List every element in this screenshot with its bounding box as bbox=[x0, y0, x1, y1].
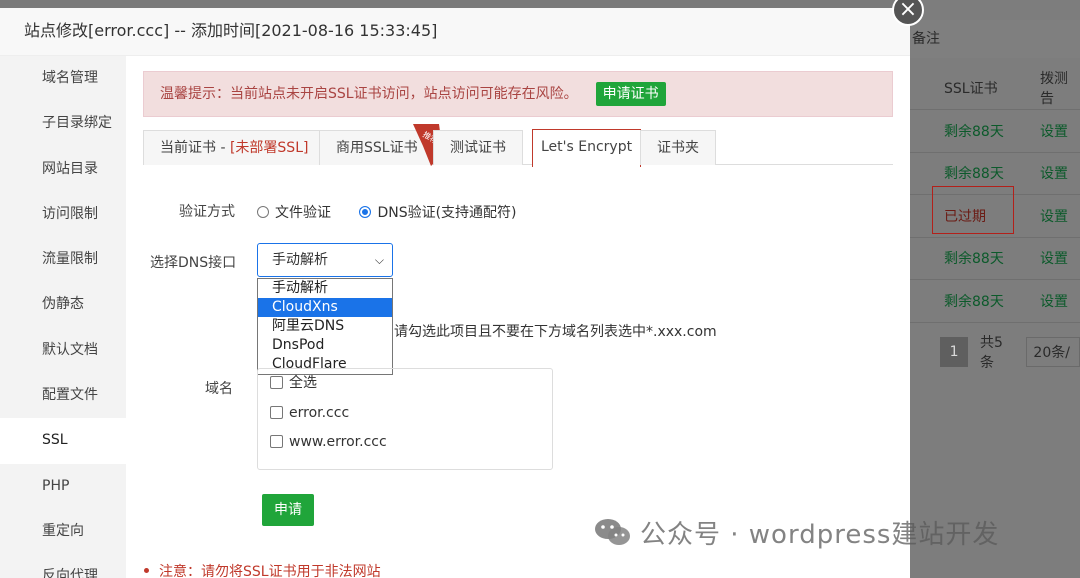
settings-link[interactable]: 设置 bbox=[1010, 121, 1080, 141]
radio-dns-label: DNS验证(支持通配符) bbox=[377, 205, 517, 221]
total-count: 共5条 bbox=[980, 335, 1003, 371]
tab-current-cert[interactable]: 当前证书 - [未部署SSL] bbox=[143, 130, 326, 165]
domain-label: 域名 bbox=[205, 381, 233, 397]
expired-highlight-box bbox=[932, 186, 1014, 234]
settings-link[interactable]: 设置 bbox=[1010, 248, 1080, 268]
checkbox[interactable] bbox=[270, 376, 283, 389]
sidebar-item-subdir[interactable]: 子目录绑定 bbox=[0, 101, 126, 146]
pagination: 1 共5条 20条/ bbox=[940, 332, 1080, 372]
checkbox-label: error.ccc bbox=[289, 404, 350, 421]
settings-link[interactable]: 设置 bbox=[1010, 163, 1080, 183]
table-row: 剩余88天 设置 bbox=[910, 280, 1080, 323]
checkbox-label: 全选 bbox=[289, 375, 317, 391]
remarks-header: 备注 bbox=[912, 31, 940, 47]
domain-select-all[interactable]: 全选 bbox=[258, 369, 552, 399]
alert-text: 温馨提示：当前站点未开启SSL证书访问，站点访问可能存在风险。 bbox=[160, 86, 578, 102]
tab-current-label: 当前证书 - bbox=[160, 140, 230, 156]
tab-letsencrypt[interactable]: Let's Encrypt bbox=[532, 129, 642, 167]
ssl-status: 剩余88天 bbox=[944, 293, 1004, 310]
chevron-down-icon: ⌵ bbox=[374, 253, 384, 267]
col-ssl-header: SSL证书 bbox=[944, 80, 998, 97]
ssl-status: 剩余88天 bbox=[944, 123, 1004, 140]
dns-option[interactable]: DnsPod bbox=[258, 336, 392, 355]
site-edit-modal: 站点修改[error.ccc] -- 添加时间[2021-08-16 15:33… bbox=[0, 8, 910, 578]
dns-selected-value: 手动解析 bbox=[272, 252, 328, 268]
ssl-panel: 温馨提示：当前站点未开启SSL证书访问，站点访问可能存在风险。 申请证书 当前证书… bbox=[126, 56, 910, 578]
note-text: 注意：请勿将SSL证书用于非法网站 bbox=[159, 564, 381, 578]
wechat-icon bbox=[595, 519, 630, 545]
radio-file-verify[interactable]: 文件验证 bbox=[257, 205, 331, 221]
tab-current-status: [未部署SSL] bbox=[229, 140, 309, 156]
table-header: SSL证书 拨测告 bbox=[910, 66, 1080, 110]
sidebar-item-redirect[interactable]: 重定向 bbox=[0, 509, 126, 554]
ssl-status: 剩余88天 bbox=[944, 251, 1004, 268]
dns-dropdown-list: 手动解析 CloudXns 阿里云DNS DnsPod CloudFlare bbox=[257, 278, 393, 375]
dns-option[interactable]: 阿里云DNS bbox=[258, 317, 392, 336]
apply-button[interactable]: 申请 bbox=[262, 494, 314, 526]
page-number[interactable]: 1 bbox=[940, 337, 969, 367]
radio-circle-checked[interactable] bbox=[359, 206, 372, 218]
sidebar-item-ssl[interactable]: SSL bbox=[0, 418, 126, 464]
table-row: 剩余88天 设置 bbox=[910, 238, 1080, 280]
radio-dns-verify[interactable]: DNS验证(支持通配符) bbox=[359, 205, 517, 221]
dns-option[interactable]: CloudXns bbox=[258, 298, 392, 317]
sidebar-item-default-doc[interactable]: 默认文档 bbox=[0, 328, 126, 373]
verify-method-label: 验证方式 bbox=[179, 204, 235, 220]
dns-option[interactable]: 手动解析 bbox=[258, 279, 392, 298]
sidebar-item-access[interactable]: 访问限制 bbox=[0, 192, 126, 237]
background-header: 备注 bbox=[910, 20, 1080, 58]
tab-cert-folder[interactable]: 证书夹 bbox=[640, 130, 716, 165]
sidebar-item-webroot[interactable]: 网站目录 bbox=[0, 147, 126, 192]
sidebar-item-domain[interactable]: 域名管理 bbox=[0, 56, 126, 101]
sidebar-item-php[interactable]: PHP bbox=[0, 464, 126, 509]
settings-link[interactable]: 设置 bbox=[1010, 291, 1080, 311]
sidebar-item-traffic[interactable]: 流量限制 bbox=[0, 237, 126, 282]
col-probe-header: 拨测告 bbox=[1040, 70, 1068, 107]
tab-test-cert[interactable]: 测试证书 bbox=[433, 130, 523, 165]
wildcard-hint: 请勾选此项目且不要在下方域名列表选中*.xxx.com bbox=[394, 324, 717, 340]
checkbox[interactable] bbox=[270, 435, 283, 448]
watermark: 公众号 · wordpress建站开发 bbox=[594, 514, 999, 551]
watermark-text: 公众号 · wordpress建站开发 bbox=[640, 520, 1000, 550]
sidebar-item-proxy[interactable]: 反向代理 bbox=[0, 554, 126, 578]
table-row: 剩余88天 设置 bbox=[910, 110, 1080, 153]
warning-note: 注意：请勿将SSL证书用于非法网站 bbox=[144, 561, 381, 578]
page-size-select[interactable]: 20条/ bbox=[1026, 337, 1080, 367]
modal-sidebar: 域名管理 子目录绑定 网站目录 访问限制 流量限制 伪静态 默认文档 配置文件 … bbox=[0, 56, 126, 578]
checkbox-label: www.error.ccc bbox=[289, 434, 387, 450]
modal-title: 站点修改[error.ccc] -- 添加时间[2021-08-16 15:33… bbox=[0, 8, 910, 56]
checkbox[interactable] bbox=[270, 405, 283, 419]
verify-method-group: 文件验证 DNS验证(支持通配符) bbox=[257, 202, 541, 222]
dns-interface-select[interactable]: 手动解析 ⌵ bbox=[257, 243, 393, 277]
ssl-warning-alert: 温馨提示：当前站点未开启SSL证书访问，站点访问可能存在风险。 申请证书 bbox=[143, 71, 893, 117]
settings-link[interactable]: 设置 bbox=[1010, 206, 1080, 226]
radio-file-label: 文件验证 bbox=[275, 205, 331, 221]
ssl-status: 剩余88天 bbox=[944, 166, 1004, 183]
ssl-tabs: 当前证书 - [未部署SSL] 商用SSL证书 推荐 测试证书 Let's En… bbox=[143, 124, 893, 167]
dns-interface-label: 选择DNS接口 bbox=[150, 255, 237, 271]
bullet-icon bbox=[144, 568, 149, 573]
apply-certificate-button[interactable]: 申请证书 bbox=[595, 82, 666, 106]
sidebar-item-config[interactable]: 配置文件 bbox=[0, 373, 126, 418]
sidebar-item-rewrite[interactable]: 伪静态 bbox=[0, 282, 126, 327]
domain-list: 全选 error.ccc www.error.ccc bbox=[257, 368, 553, 470]
domain-item[interactable]: error.ccc bbox=[258, 399, 552, 429]
radio-circle[interactable] bbox=[257, 206, 269, 218]
domain-item[interactable]: www.error.ccc bbox=[258, 428, 552, 458]
